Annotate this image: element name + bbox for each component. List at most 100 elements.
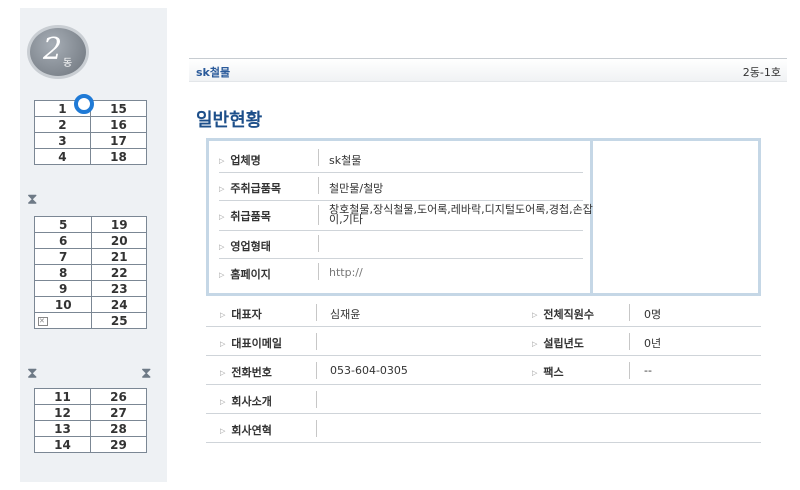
info-value: 창호철물,장식철물,도어록,레바락,디지털도어록,경첩,손잡이,기타 xyxy=(329,203,593,226)
homepage-link[interactable]: http:// xyxy=(329,266,363,279)
info-label: ▷ 취급품목 xyxy=(219,210,271,223)
unit-cell[interactable]: 24 xyxy=(91,296,147,313)
unit-cell[interactable]: 4 xyxy=(34,148,91,165)
info-row-homepage: ▷ 홈페이지 http:// xyxy=(219,258,583,286)
detail-value: 0명 xyxy=(644,308,662,321)
unit-number-header: 2동-1호 xyxy=(742,66,781,79)
unit-cell[interactable]: 26 xyxy=(90,388,147,405)
column-separator xyxy=(318,149,319,166)
detail-label: ▷ 전화번호 xyxy=(220,366,272,379)
info-row-business-type: ▷ 영업형태 xyxy=(219,230,583,259)
info-label: ▷ 업체명 xyxy=(219,154,261,167)
column-separator xyxy=(318,205,319,225)
unit-grid-group-2: 5 19 6 20 7 21 8 22 9 23 10 24 ✕ 25 xyxy=(33,216,147,329)
triangle-right-icon: ▷ xyxy=(532,369,538,377)
unit-cell[interactable]: 12 xyxy=(34,404,91,421)
detail-label: ▷ 대표이메일 xyxy=(220,337,282,350)
info-label: ▷ 홈페이지 xyxy=(219,268,271,281)
unit-cell[interactable]: 13 xyxy=(34,420,91,437)
triangle-right-icon: ▷ xyxy=(219,243,225,251)
detail-row-history: ▷ 회사연혁 xyxy=(206,414,761,443)
detail-value: -- xyxy=(644,364,652,377)
building-badge: 2 동 xyxy=(27,25,89,79)
section-title: 일반현황 xyxy=(196,110,263,131)
unit-cell[interactable]: 17 xyxy=(89,132,148,149)
info-row-items: ▷ 취급품목 창호철물,장식철물,도어록,레바락,디지털도어록,경첩,손잡이,기타 xyxy=(219,200,593,231)
unit-cell[interactable]: 16 xyxy=(89,116,148,133)
unit-cell[interactable]: 21 xyxy=(91,248,147,265)
unit-cell[interactable]: 18 xyxy=(89,148,148,165)
selected-unit-marker xyxy=(74,94,94,114)
hourglass-icon: ⧗ xyxy=(27,190,38,208)
unit-cell[interactable]: 23 xyxy=(91,280,147,297)
unit-cell[interactable]: 2 xyxy=(34,116,91,133)
general-info-box: ▷ 업체명 sk철물 ▷ 주취급품목 철만물/철망 ▷ 취급품목 창호철물,장식철물,… xyxy=(206,138,761,296)
unit-cell[interactable]: 29 xyxy=(90,436,147,453)
unit-cell[interactable]: 14 xyxy=(34,436,91,453)
info-label: ▷ 주취급품목 xyxy=(219,182,281,195)
unit-cell[interactable]: 7 xyxy=(33,248,93,265)
column-separator xyxy=(318,235,319,252)
unit-cell[interactable]: 25 xyxy=(91,312,147,329)
triangle-right-icon: ▷ xyxy=(220,398,226,406)
unit-cell[interactable]: 6 xyxy=(33,232,93,249)
column-separator xyxy=(629,362,630,379)
detail-value: 심재윤 xyxy=(330,308,361,321)
unit-cell[interactable]: 10 xyxy=(33,296,93,313)
column-separator xyxy=(316,362,317,379)
detail-row-phone: ▷ 전화번호 053-604-0305 ▷ 팩스 -- xyxy=(206,356,761,385)
unit-cell[interactable]: 8 xyxy=(33,264,93,281)
detail-label: ▷ 회사소개 xyxy=(220,395,272,408)
info-row-main-items: ▷ 주취급품목 철만물/철망 xyxy=(219,172,583,201)
column-separator xyxy=(316,391,317,408)
info-value: sk철물 xyxy=(329,154,362,167)
unit-cell[interactable]: 27 xyxy=(90,404,147,421)
unit-cell[interactable]: 20 xyxy=(91,232,147,249)
unit-grid-group-3: 11 26 12 27 13 28 14 29 xyxy=(34,388,147,453)
mail-icon: ✕ xyxy=(38,316,48,326)
info-label: ▷ 영업형태 xyxy=(219,240,271,253)
triangle-right-icon: ▷ xyxy=(220,369,226,377)
unit-cell[interactable]: 5 xyxy=(33,216,93,233)
unit-cell[interactable]: ✕ xyxy=(33,312,93,329)
unit-cell[interactable]: 3 xyxy=(34,132,91,149)
triangle-right-icon: ▷ xyxy=(219,271,225,279)
building-sidebar: 2 동 1 15 2 16 3 17 4 18 ⧗ 5 19 6 20 7 21 8 22 92… xyxy=(20,8,167,482)
unit-cell[interactable]: 15 xyxy=(89,100,148,117)
unit-cell[interactable]: 9 xyxy=(33,280,93,297)
badge-unit: 동 xyxy=(63,58,73,69)
unit-header-bar: sk철물 2동-1호 xyxy=(189,58,787,82)
triangle-right-icon: ▷ xyxy=(219,185,225,193)
detail-row-representative: ▷ 대표자 심재윤 ▷ 전체직원수 0명 xyxy=(206,298,761,327)
detail-label: ▷ 전체직원수 xyxy=(532,308,594,321)
unit-cell[interactable]: 11 xyxy=(34,388,91,405)
info-row-company: ▷ 업체명 sk철물 xyxy=(219,144,583,173)
triangle-right-icon: ▷ xyxy=(219,157,225,165)
triangle-right-icon: ▷ xyxy=(532,311,538,319)
detail-value: 053-604-0305 xyxy=(330,364,408,377)
column-separator xyxy=(318,263,319,280)
unit-cell[interactable]: 28 xyxy=(90,420,147,437)
triangle-right-icon: ▷ xyxy=(220,427,226,435)
column-separator xyxy=(629,333,630,350)
badge-number: 2 xyxy=(43,32,63,67)
detail-value: 0년 xyxy=(644,337,662,350)
column-separator xyxy=(316,304,317,321)
triangle-right-icon: ▷ xyxy=(532,340,538,348)
detail-label: ▷ 팩스 xyxy=(532,366,564,379)
triangle-right-icon: ▷ xyxy=(220,340,226,348)
column-separator xyxy=(316,420,317,437)
unit-cell[interactable]: 22 xyxy=(91,264,147,281)
company-name-header: sk철물 xyxy=(196,66,231,79)
column-separator xyxy=(316,333,317,350)
triangle-right-icon: ▷ xyxy=(220,311,226,319)
triangle-right-icon: ▷ xyxy=(219,213,225,221)
detail-label: ▷ 설립년도 xyxy=(532,337,584,350)
detail-row-email: ▷ 대표이메일 ▷ 설립년도 0년 xyxy=(206,327,761,356)
info-value: 철만물/철망 xyxy=(329,182,384,195)
hourglass-icon: ⧗ xyxy=(141,364,152,382)
unit-cell[interactable]: 19 xyxy=(91,216,147,233)
column-separator xyxy=(629,304,630,321)
detail-row-intro: ▷ 회사소개 xyxy=(206,385,761,414)
detail-label: ▷ 회사연혁 xyxy=(220,424,272,437)
